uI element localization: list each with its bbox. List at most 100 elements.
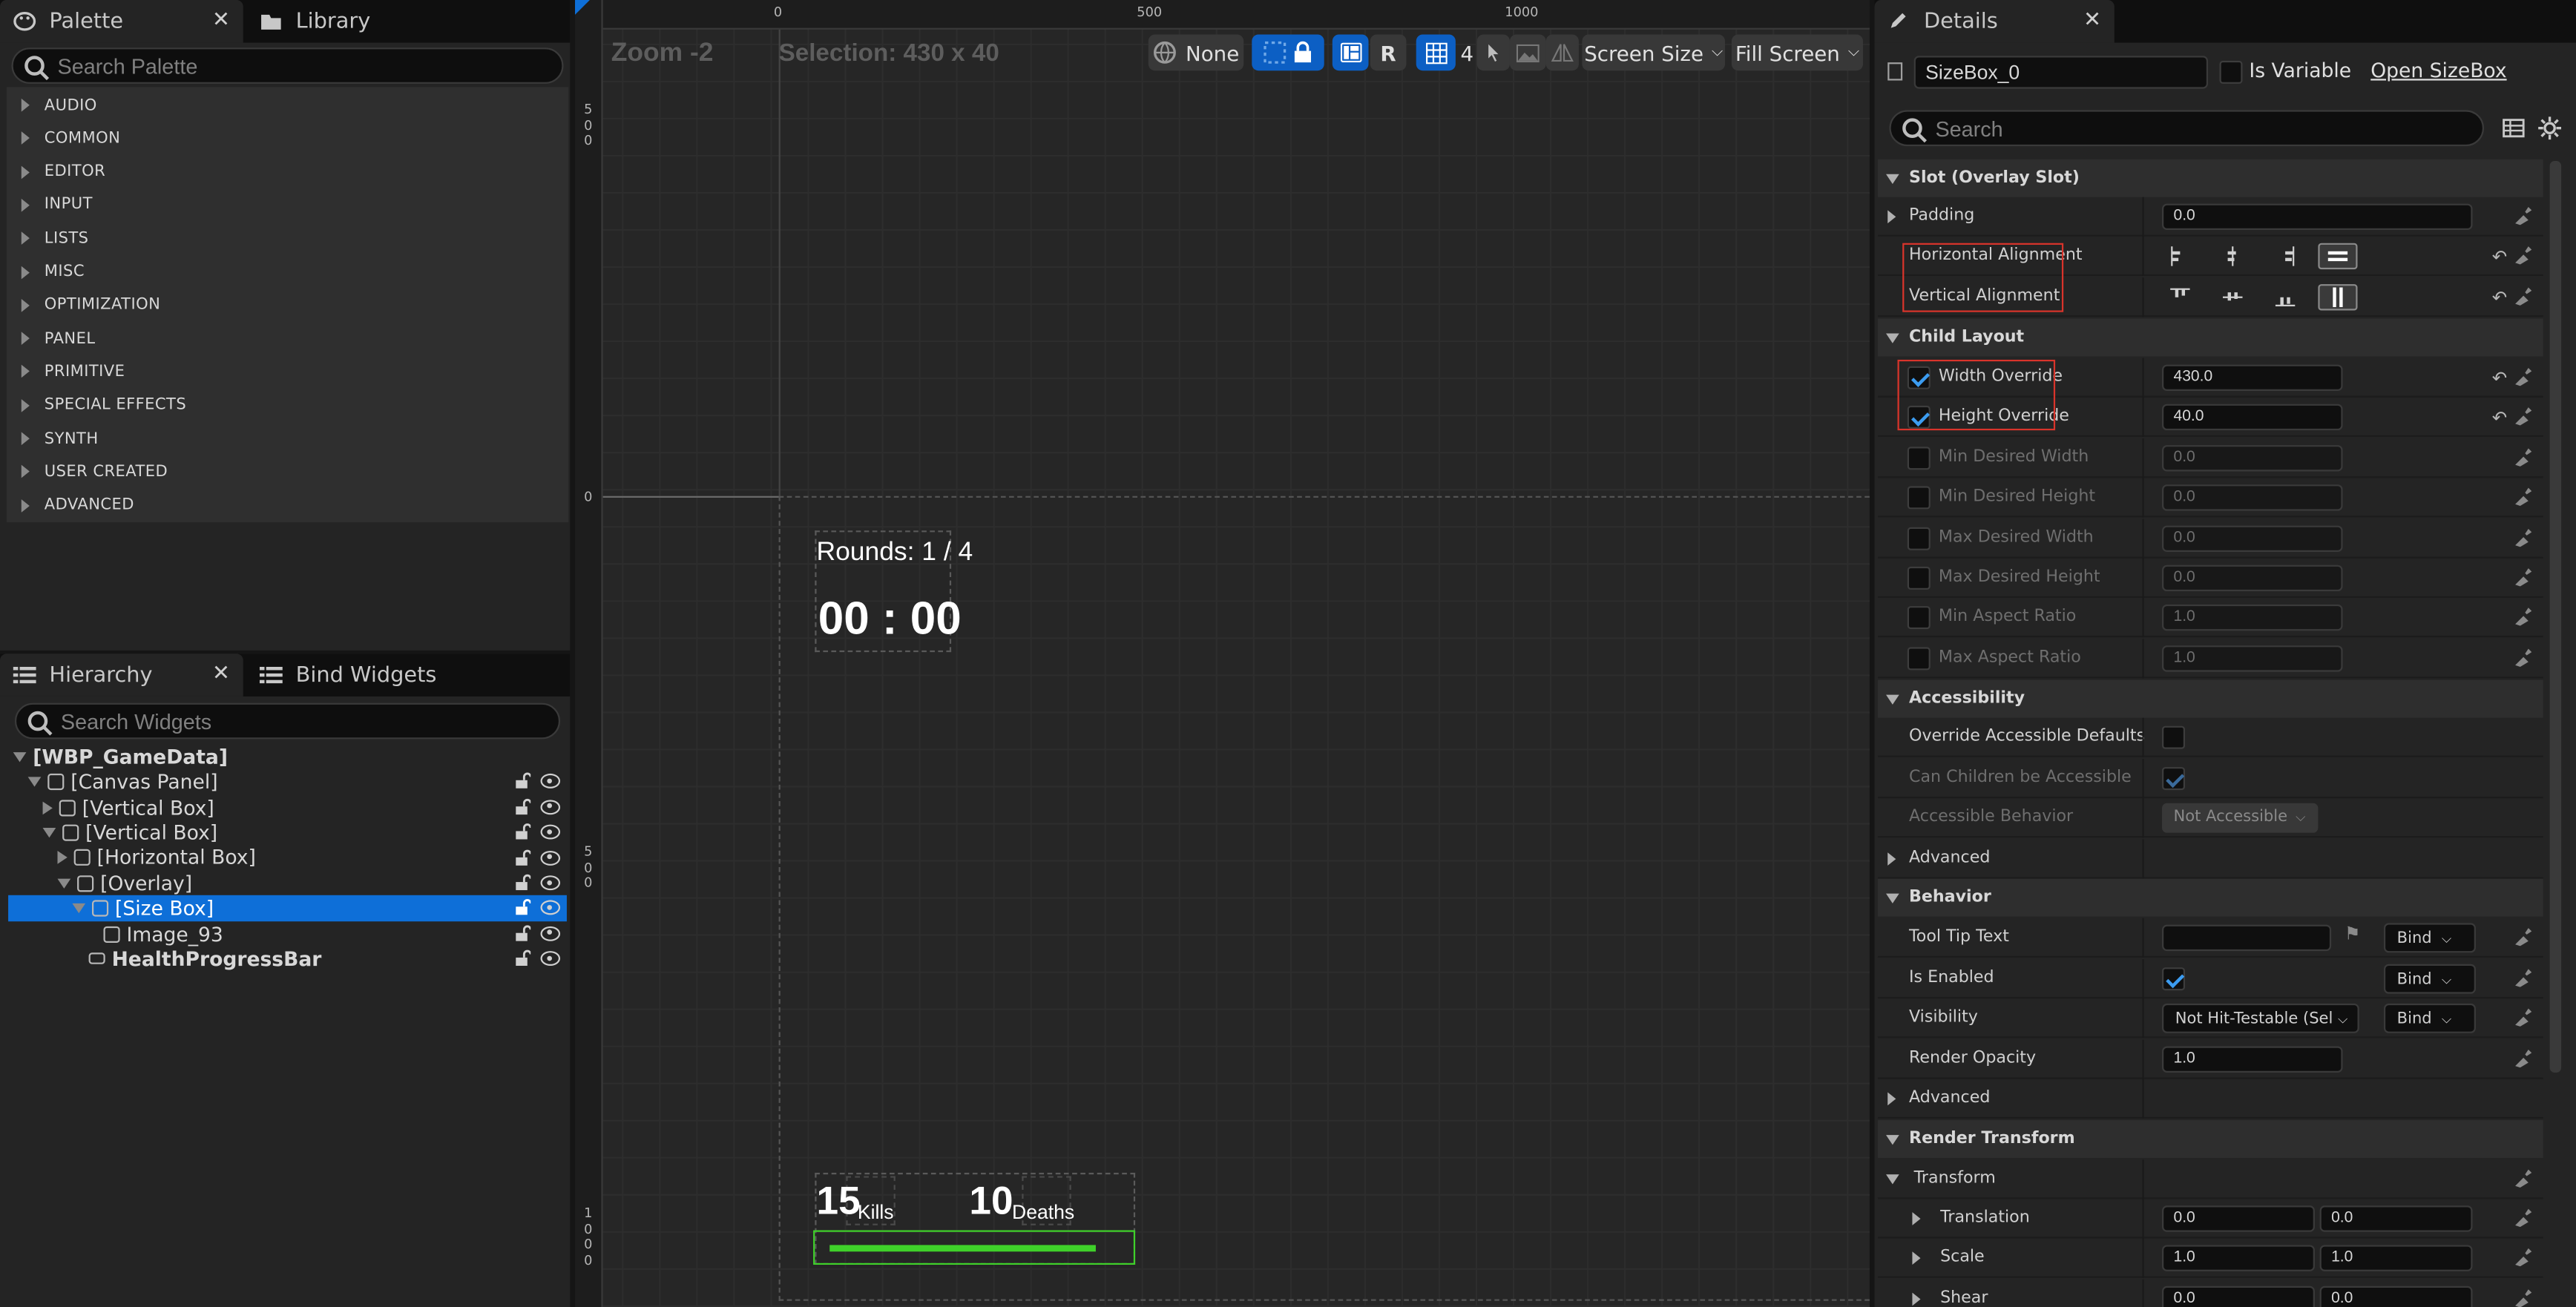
v-align-button-2[interactable]: [2266, 284, 2305, 310]
tree-item[interactable]: [WBP_GameData]: [8, 744, 567, 769]
expand-arrow-icon[interactable]: [42, 800, 53, 814]
unlock-icon[interactable]: [514, 823, 531, 840]
palette-category-lists[interactable]: LISTS: [7, 222, 529, 254]
expand-arrow-icon[interactable]: [1887, 1092, 1896, 1106]
keyframe-icon[interactable]: [2514, 1247, 2534, 1267]
locale-preview-button[interactable]: None: [1148, 34, 1244, 71]
unlock-icon[interactable]: [514, 899, 531, 916]
keyframe-icon[interactable]: [2514, 1168, 2534, 1188]
keyframe-icon[interactable]: [2514, 606, 2534, 626]
eye-icon[interactable]: [540, 824, 561, 840]
max-desired-width-row-value[interactable]: 0.0: [2162, 525, 2343, 553]
tree-item[interactable]: [Size Box]: [8, 895, 567, 921]
palette-category-synth[interactable]: SYNTH: [7, 422, 529, 455]
keyframe-icon[interactable]: [2514, 1208, 2534, 1228]
expand-arrow-icon[interactable]: [1912, 1212, 1921, 1225]
section-behavior[interactable]: Behavior: [1877, 878, 2543, 917]
section-slot[interactable]: Slot (Overlay Slot): [1877, 159, 2543, 197]
background-image-button[interactable]: [1509, 34, 1546, 71]
respect-locks-toggle[interactable]: [1252, 34, 1324, 71]
expand-arrow-icon[interactable]: [1912, 1251, 1921, 1265]
reset-arrow-icon[interactable]: ↶: [2492, 368, 2507, 389]
palette-category-editor[interactable]: EDITOR: [7, 155, 529, 188]
h-align-button-1[interactable]: [2213, 243, 2253, 269]
keyframe-icon[interactable]: [2514, 406, 2534, 426]
max-desired-height-row-value[interactable]: 0.0: [2162, 564, 2343, 592]
override-accessible-checkbox[interactable]: [2162, 725, 2186, 749]
tab-hierarchy[interactable]: Hierarchy ✕: [0, 654, 243, 697]
unlock-icon[interactable]: [514, 773, 531, 789]
is-variable-checkbox[interactable]: [2219, 60, 2243, 84]
grid-snap-toggle[interactable]: [1416, 34, 1456, 71]
height-override-row-value[interactable]: 40.0: [2162, 404, 2343, 431]
tree-item[interactable]: [Canvas Panel]: [8, 769, 567, 794]
palette-category-user-created[interactable]: USER CREATED: [7, 455, 529, 488]
min-desired-width-row-value[interactable]: 0.0: [2162, 445, 2343, 472]
tool-tip-bind-button[interactable]: Bind ⌵: [2383, 923, 2476, 953]
close-icon[interactable]: ✕: [2083, 8, 2101, 33]
grid-snap-value[interactable]: 4: [1456, 35, 1479, 71]
section-child-layout[interactable]: Child Layout: [1877, 318, 2543, 357]
hierarchy-search[interactable]: [14, 702, 561, 740]
shear-row-value-y[interactable]: 0.0: [2319, 1285, 2473, 1307]
visibility-dropdown[interactable]: Not Hit-Testable (Self Only) ⌵: [2162, 1003, 2359, 1033]
tree-item[interactable]: [Vertical Box]: [8, 794, 567, 820]
reset-arrow-icon[interactable]: ↶: [2492, 407, 2507, 429]
tab-details[interactable]: Details ✕: [1874, 0, 2115, 43]
expand-arrow-icon[interactable]: [57, 878, 71, 889]
expand-arrow-icon[interactable]: [1887, 210, 1896, 224]
reset-arrow-icon[interactable]: ↶: [2492, 288, 2507, 309]
unlock-icon[interactable]: [514, 924, 531, 941]
cursor-mode-button[interactable]: [1476, 34, 1510, 71]
h-align-button-2[interactable]: [2266, 243, 2305, 269]
keyframe-icon[interactable]: [2514, 967, 2534, 987]
keyframe-icon[interactable]: [2514, 527, 2534, 547]
keyframe-icon[interactable]: [2514, 1288, 2534, 1307]
expand-arrow-icon[interactable]: [1912, 1292, 1921, 1306]
h-align-button-3[interactable]: [2318, 243, 2358, 270]
unlock-icon[interactable]: [514, 874, 531, 891]
translation-row-value[interactable]: 0.0: [2162, 1205, 2315, 1232]
keyframe-icon[interactable]: [2514, 567, 2534, 587]
keyframe-icon[interactable]: [2514, 447, 2534, 467]
eye-icon[interactable]: [540, 951, 561, 967]
keyframe-icon[interactable]: [2514, 286, 2534, 306]
keyframe-icon[interactable]: [2514, 926, 2534, 946]
eye-icon[interactable]: [540, 901, 561, 916]
render-opacity-row-value[interactable]: 1.0: [2162, 1046, 2343, 1073]
collapse-arrow-icon[interactable]: [1886, 1174, 1899, 1185]
hierarchy-search-input[interactable]: [60, 708, 522, 734]
eye-icon[interactable]: [540, 799, 561, 814]
palette-category-audio[interactable]: AUDIO: [7, 89, 529, 122]
tree-item[interactable]: [Vertical Box]: [8, 820, 567, 845]
keyframe-icon[interactable]: [2514, 1007, 2534, 1027]
scale-row-value-y[interactable]: 1.0: [2319, 1245, 2473, 1271]
expand-arrow-icon[interactable]: [72, 903, 86, 914]
palette-category-special-effects[interactable]: SPECIAL EFFECTS: [7, 389, 529, 421]
palette-category-panel[interactable]: PANEL: [7, 322, 529, 355]
unlock-icon[interactable]: [514, 849, 531, 866]
open-sizebox-link[interactable]: Open SizeBox: [2370, 59, 2506, 82]
palette-search[interactable]: [11, 47, 564, 84]
eye-icon[interactable]: [540, 875, 561, 891]
tab-palette[interactable]: Palette ✕: [0, 0, 243, 43]
section-render-transform[interactable]: Render Transform: [1877, 1120, 2543, 1159]
palette-category-optimization[interactable]: OPTIMIZATION: [7, 289, 529, 321]
expand-arrow-icon[interactable]: [42, 827, 56, 838]
details-search[interactable]: [1889, 110, 2485, 147]
v-align-button-1[interactable]: [2213, 284, 2253, 310]
details-scrollbar[interactable]: [2549, 161, 2562, 1073]
palette-category-misc[interactable]: MISC: [7, 255, 529, 288]
tool-tip-field[interactable]: [2162, 924, 2332, 952]
palette-category-common[interactable]: COMMON: [7, 122, 529, 155]
unlock-icon[interactable]: [514, 798, 531, 814]
fill-screen-dropdown[interactable]: Fill Screen ⌵: [1731, 34, 1864, 71]
table-view-icon[interactable]: [2502, 116, 2525, 139]
expand-arrow-icon[interactable]: [27, 777, 42, 787]
reset-arrow-icon[interactable]: ↶: [2492, 246, 2507, 268]
tree-item[interactable]: [Overlay]: [8, 871, 567, 896]
keyframe-icon[interactable]: [2514, 486, 2534, 507]
is-enabled-bind-button[interactable]: Bind ⌵: [2383, 964, 2476, 994]
keyframe-icon[interactable]: [2514, 366, 2534, 386]
eye-icon[interactable]: [540, 926, 561, 941]
